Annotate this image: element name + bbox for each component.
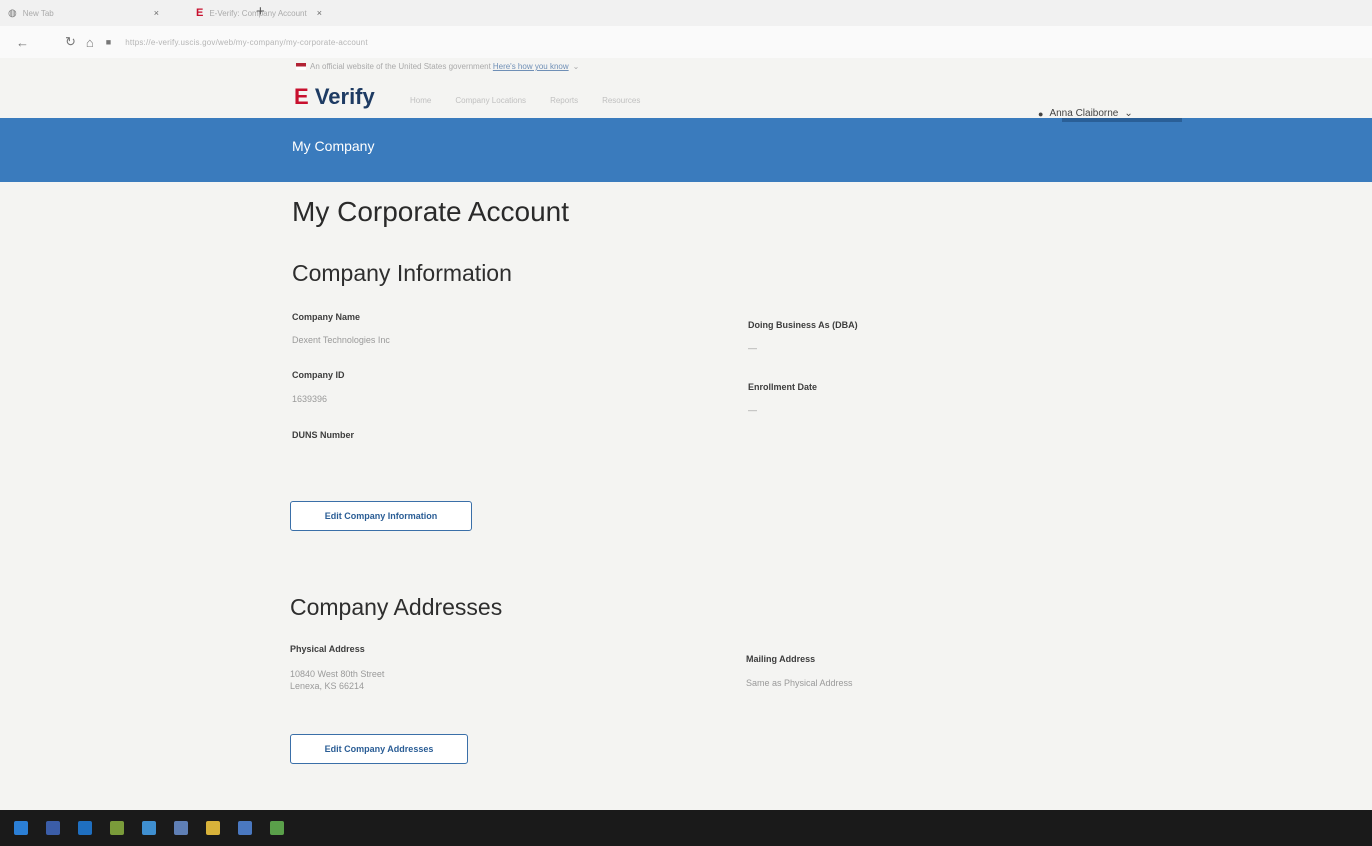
physical-address-label: Physical Address (290, 644, 365, 654)
new-tab-button[interactable]: + (256, 3, 265, 20)
everify-logo[interactable]: E Verify (294, 84, 375, 110)
top-nav: Home Company Locations Reports Resources (410, 96, 640, 105)
reload-icon[interactable]: ↻ (65, 34, 76, 50)
nav-item-home[interactable]: Home (410, 96, 431, 105)
active-tab-indicator (1062, 118, 1182, 122)
taskbar-app-d-icon[interactable] (238, 821, 252, 835)
close-icon[interactable]: × (317, 8, 322, 18)
taskbar-photos-icon[interactable] (110, 821, 124, 835)
globe-icon: ◍ (8, 7, 17, 19)
page-title: My Corporate Account (292, 196, 570, 227)
lock-icon: ■ (105, 37, 112, 47)
company-id-value: 1639396 (292, 394, 328, 404)
browser-tab-new[interactable]: ◍ New Tab × (8, 4, 159, 22)
company-id-label: Company ID (292, 370, 345, 380)
enrollment-date-label: Enrollment Date (748, 382, 818, 392)
nav-item-resources[interactable]: Resources (602, 96, 640, 105)
gov-banner: An official website of the United States… (296, 62, 579, 71)
company-information-heading: Company Information (292, 260, 512, 286)
browser-tab-bar: ◍ New Tab × E E-Verify: Company Account … (0, 0, 1372, 26)
section-banner: My Company (0, 118, 1372, 182)
mailing-address-label: Mailing Address (746, 654, 816, 664)
url-text[interactable]: https://e-verify.uscis.gov/web/my-compan… (125, 38, 368, 47)
physical-address-value: 10840 West 80th Street Lenexa, KS 66214 (290, 668, 384, 692)
everify-favicon-icon: E (196, 7, 204, 19)
nav-item-reports[interactable]: Reports (550, 96, 578, 105)
nav-item-company-locations[interactable]: Company Locations (455, 96, 526, 105)
physical-address-line2: Lenexa, KS 66214 (290, 681, 365, 691)
taskbar-app-b-icon[interactable] (142, 821, 156, 835)
taskbar-files-icon[interactable] (206, 821, 220, 835)
us-flag-icon (296, 63, 306, 70)
site-header: E Verify Home Company Locations Reports … (0, 78, 1372, 119)
taskbar-chrome-icon[interactable] (270, 821, 284, 835)
mailing-address-value: Same as Physical Address (746, 678, 853, 688)
back-arrow-icon[interactable]: ← (16, 35, 29, 50)
taskbar-outlook-icon[interactable] (78, 821, 92, 835)
tab-label: New Tab (22, 8, 54, 18)
edit-company-information-button[interactable]: Edit Company Information (290, 501, 472, 531)
physical-address-line1: 10840 West 80th Street (290, 669, 385, 679)
edit-company-addresses-button[interactable]: Edit Company Addresses (290, 734, 468, 764)
browser-address-bar: ← ↻ ⌂ ■ https://e-verify.uscis.gov/web/m… (0, 26, 1372, 58)
gov-banner-link[interactable]: Here's how you know (493, 62, 569, 71)
gov-banner-text: An official website of the United States… (310, 62, 491, 71)
company-addresses-heading: Company Addresses (290, 594, 503, 620)
dba-value: — (748, 343, 757, 353)
chevron-down-icon: ⌄ (572, 62, 580, 71)
company-name-label: Company Name (292, 312, 361, 322)
user-icon: ● (1038, 108, 1044, 119)
dba-label: Doing Business As (DBA) (748, 320, 858, 330)
enrollment-date-value: — (748, 405, 757, 415)
close-icon[interactable]: × (154, 8, 159, 18)
windows-taskbar (0, 810, 1372, 846)
taskbar-app-a-icon[interactable] (46, 821, 60, 835)
home-icon[interactable]: ⌂ (86, 35, 94, 50)
taskbar-app-c-icon[interactable] (174, 821, 188, 835)
duns-number-label: DUNS Number (292, 430, 355, 440)
taskbar-windows-icon[interactable] (14, 821, 28, 835)
company-name-value: Dexent Technologies Inc (292, 335, 390, 345)
section-banner-title: My Company (292, 138, 375, 154)
